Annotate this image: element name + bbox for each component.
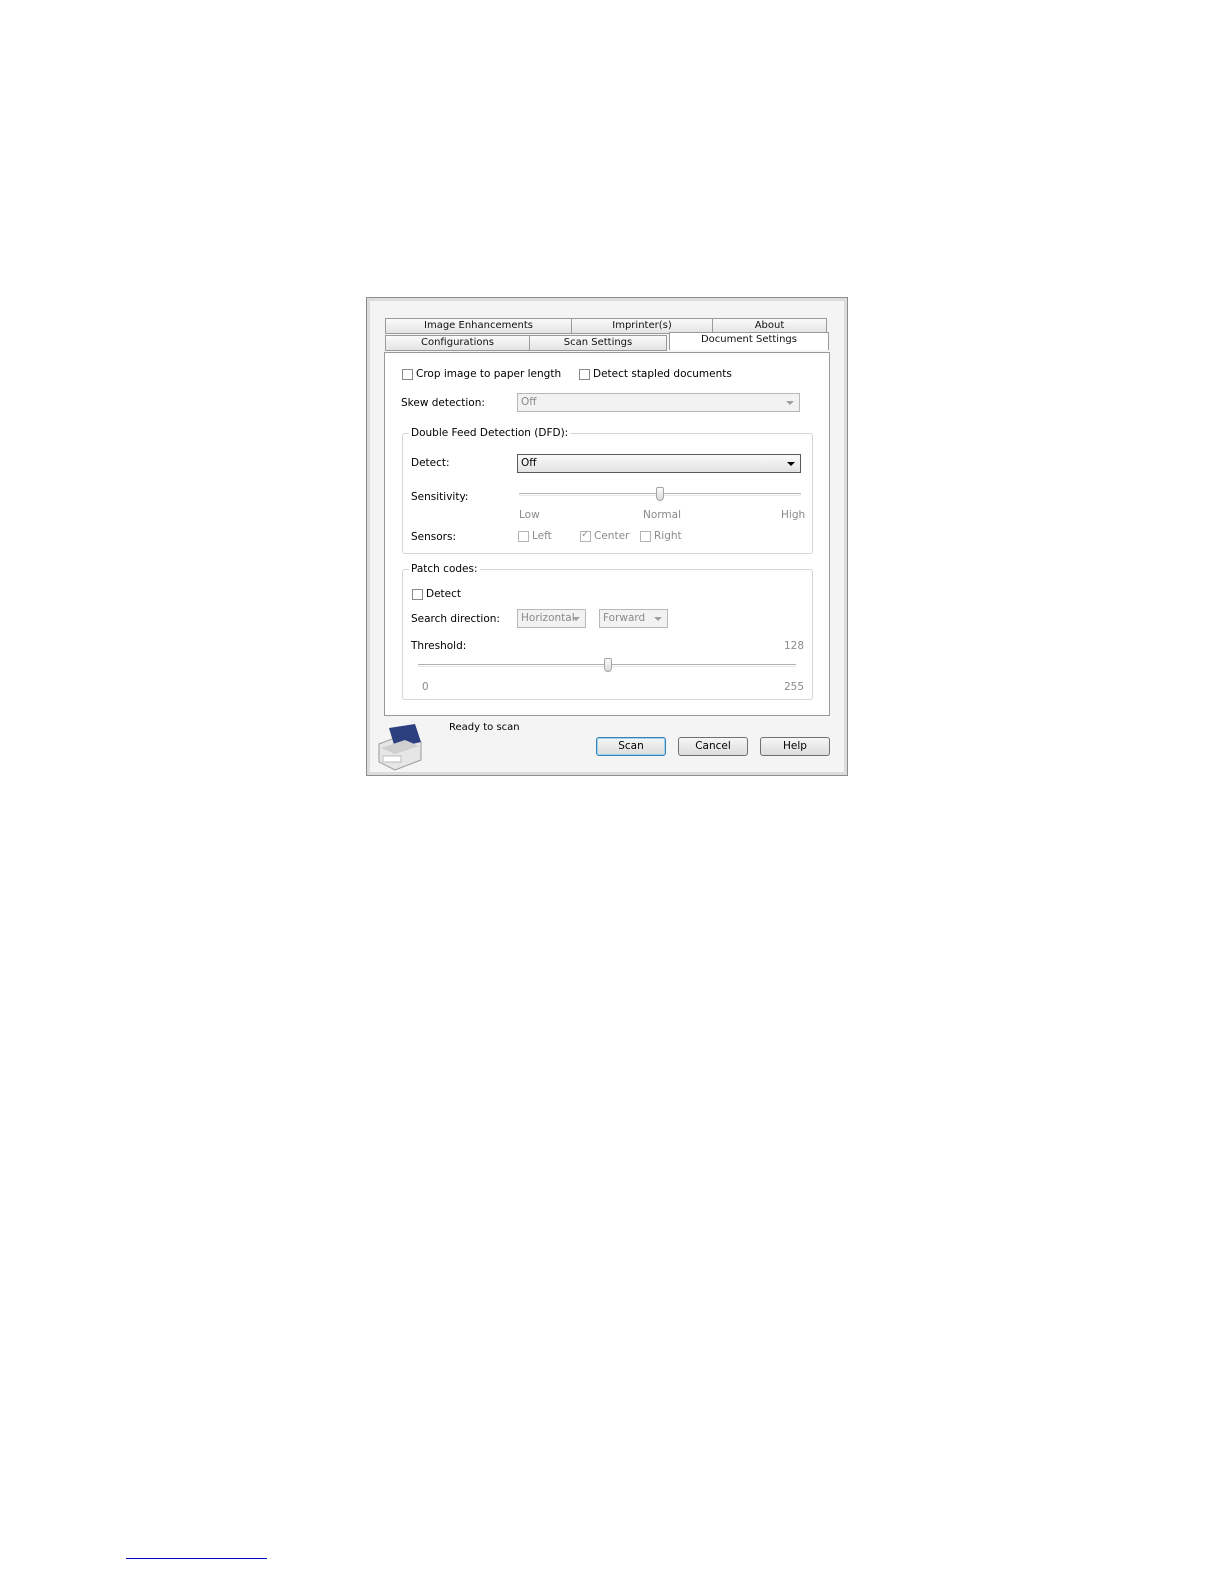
search-order-select[interactable]: Forward (599, 609, 668, 628)
sensitivity-label: Sensitivity: (411, 491, 469, 503)
threshold-max-label: 255 (784, 681, 805, 693)
dfd-detect-select[interactable]: Off (517, 454, 801, 473)
chevron-down-icon (572, 617, 580, 621)
tab-configurations[interactable]: Configurations (385, 335, 530, 351)
patch-codes-group: Patch codes: Detect Search direction: Ho… (402, 562, 813, 700)
document-settings-panel: Crop image to paper length Detect staple… (384, 352, 830, 716)
sensor-center-label: Center (594, 530, 630, 542)
sensitivity-high-label: High (781, 509, 806, 521)
search-direction-select[interactable]: Horizontal (517, 609, 586, 628)
scanner-icon (378, 724, 422, 771)
search-order-value: Forward (603, 612, 646, 624)
chevron-down-icon (654, 617, 662, 621)
threshold-value: 128 (784, 640, 805, 652)
checkmark-icon: ✓ (581, 529, 590, 540)
tab-row-front: Configurations Scan Settings Document Se… (385, 332, 829, 351)
crop-image-label: Crop image to paper length (416, 368, 562, 380)
cancel-button[interactable]: Cancel (678, 737, 748, 756)
dfd-detect-label: Detect: (411, 457, 450, 469)
sensors-label: Sensors: (411, 531, 456, 543)
skew-detection-label: Skew detection: (401, 397, 485, 409)
scanner-settings-dialog: Image Enhancements Imprinter(s) About Co… (366, 297, 848, 776)
patch-codes-title: Patch codes: (409, 562, 480, 576)
tab-scan-settings[interactable]: Scan Settings (529, 335, 667, 351)
chevron-down-icon (786, 401, 794, 405)
threshold-slider-thumb[interactable] (603, 658, 612, 672)
sensitivity-slider-thumb[interactable] (656, 487, 664, 501)
skew-detection-select[interactable]: Off (517, 393, 800, 412)
search-direction-label: Search direction: (411, 613, 500, 625)
help-button[interactable]: Help (760, 737, 830, 756)
footnote-separator (126, 1558, 267, 1559)
threshold-label: Threshold: (411, 640, 467, 652)
threshold-min-label: 0 (422, 681, 429, 693)
sensor-right-label: Right (654, 530, 682, 542)
chevron-down-icon (787, 462, 795, 466)
sensitivity-normal-label: Normal (643, 509, 681, 521)
sensor-right-checkbox[interactable] (640, 531, 651, 542)
sensor-left-label: Left (532, 530, 552, 542)
search-direction-value: Horizontal (521, 612, 575, 624)
dfd-group: Double Feed Detection (DFD): Detect: Off… (402, 426, 813, 554)
dfd-group-title: Double Feed Detection (DFD): (409, 426, 571, 440)
detect-stapled-label: Detect stapled documents (593, 368, 732, 380)
crop-image-checkbox[interactable] (402, 369, 413, 380)
status-text: Ready to scan (449, 722, 520, 733)
patch-detect-checkbox[interactable] (412, 589, 423, 600)
sensor-center-checkbox[interactable]: ✓ (580, 529, 591, 542)
detect-stapled-checkbox[interactable] (579, 369, 590, 380)
skew-detection-value: Off (521, 396, 537, 408)
tab-document-settings[interactable]: Document Settings (669, 332, 829, 350)
tab-image-enhancements[interactable]: Image Enhancements (385, 318, 572, 334)
patch-detect-label: Detect (426, 588, 462, 600)
sensitivity-low-label: Low (519, 509, 540, 521)
scan-button[interactable]: Scan (596, 737, 666, 756)
dfd-detect-value: Off (521, 457, 537, 469)
sensor-left-checkbox[interactable] (518, 531, 529, 542)
